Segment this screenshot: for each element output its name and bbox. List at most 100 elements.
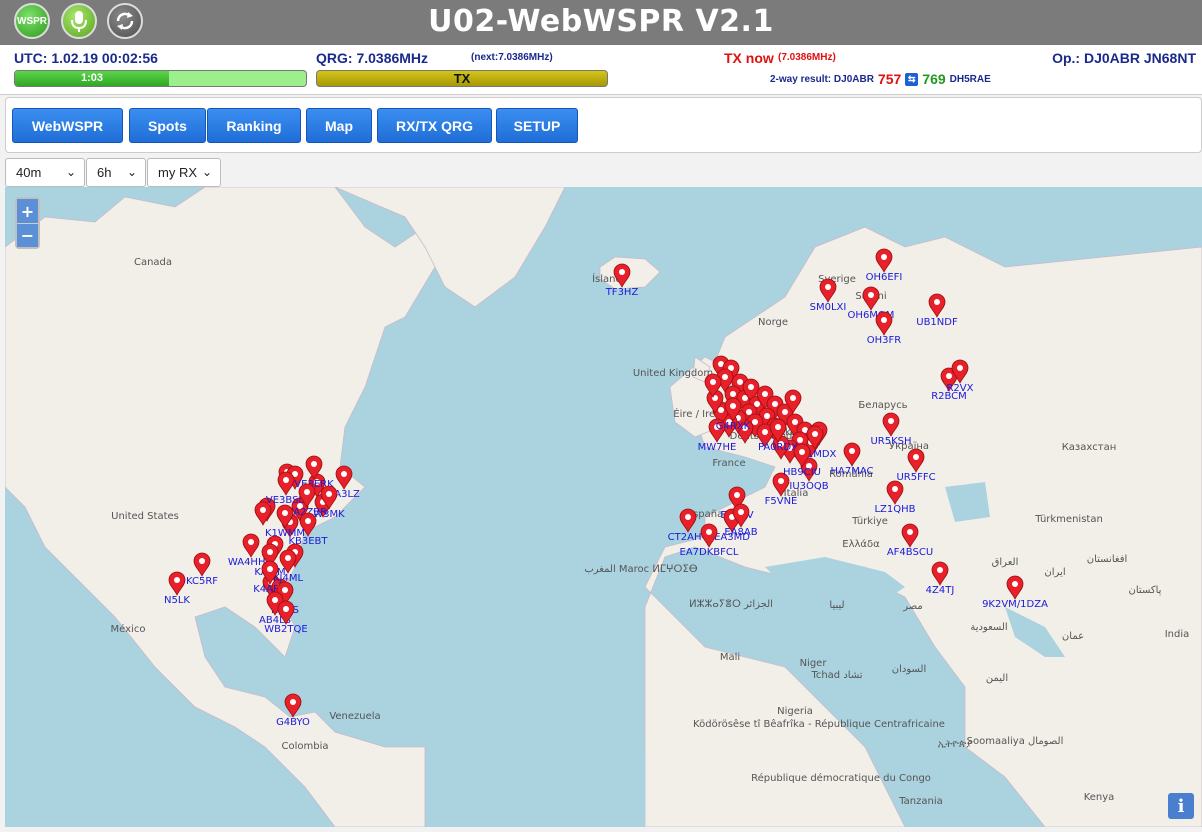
zoom-control: + − <box>15 197 40 249</box>
spot-callsign: UB1NDF <box>916 317 958 328</box>
app-title: U02-WebWSPR V2.1 <box>428 4 774 39</box>
two-way-label: 2-way result: DJ0ABR <box>770 73 874 85</box>
nav-panel: WebWSPR Spots Ranking Map RX/TX QRG SETU… <box>5 97 1202 153</box>
zoom-out-button[interactable]: − <box>17 223 38 247</box>
chevron-down-icon: ⌄ <box>201 165 212 179</box>
map-pin-dot <box>790 395 796 401</box>
info-button[interactable]: i <box>1168 793 1194 819</box>
two-way-result: 2-way result: DJ0ABR 757 ⇆ 769 DH5RAE <box>770 71 991 87</box>
tx-status-bar: TX <box>316 70 608 87</box>
period-select[interactable]: 6h ⌄ <box>86 158 146 187</box>
map-pin-dot <box>290 699 296 705</box>
nav-ranking-button[interactable]: Ranking <box>207 108 301 143</box>
map-canvas[interactable]: Canada United States México Venezuela Colomb… <box>5 187 1202 827</box>
map-pin-dot <box>267 566 273 572</box>
place-label: Tchad تشاد <box>810 670 862 681</box>
spot-callsign: MW7HE <box>698 442 737 453</box>
place-label: Canada <box>134 257 172 268</box>
map-pin-dot <box>174 577 180 583</box>
map-pin-dot <box>304 489 310 495</box>
map-pin-dot <box>326 491 332 497</box>
next-qrg: (next:7.0386MHz) <box>471 52 553 63</box>
nav-setup-button[interactable]: SETUP <box>496 108 578 143</box>
spot-callsign: W3MK <box>313 509 345 520</box>
utc-time: UTC: 1.02.19 00:02:56 <box>14 50 158 66</box>
spot-callsign: 4Z4TJ <box>926 585 955 596</box>
spot-callsign: K1WMM <box>265 528 305 539</box>
band-select[interactable]: 40m ⌄ <box>5 158 85 187</box>
title-bar: WSPR U02-WebWSPR V2.1 <box>0 0 1202 45</box>
map-pin-dot <box>748 384 754 390</box>
map-pin-dot <box>775 424 781 430</box>
map-pin-dot <box>267 549 273 555</box>
map-pin-dot <box>881 254 887 260</box>
spot-callsign: HA7MAC <box>831 466 874 477</box>
tx-now-label: TX now <box>724 50 774 66</box>
place-label: Казахстан <box>1062 442 1117 453</box>
place-label: United Kingdom <box>633 368 713 379</box>
map-pin-dot <box>849 448 855 454</box>
map-pin-icon <box>679 508 697 533</box>
chevron-down-icon: ⌄ <box>65 165 76 179</box>
nav-map-button[interactable]: Map <box>306 108 372 143</box>
two-way-partner: DH5RAE <box>949 73 991 85</box>
tx-status-label: TX <box>453 71 471 86</box>
map-pin-dot <box>792 419 798 425</box>
spot-callsign: HB9CIU <box>783 467 821 478</box>
place-label: México <box>111 623 146 635</box>
map-pin-dot <box>778 478 784 484</box>
status-panel: UTC: 1.02.19 00:02:56 QRG: 7.0386MHz (ne… <box>0 45 1202 95</box>
map-pin-dot <box>311 461 317 467</box>
place-label: Colombia <box>282 741 329 752</box>
nav-webwspr-button[interactable]: WebWSPR <box>12 108 123 143</box>
map-pin-dot <box>907 529 913 535</box>
map-pin-dot <box>1012 581 1018 587</box>
band-select-value: 40m <box>16 165 42 180</box>
map-pin-dot <box>782 409 788 415</box>
nav-spots-button[interactable]: Spots <box>129 108 206 143</box>
place-label: India <box>1165 629 1190 640</box>
place-label: پاکستان <box>1129 585 1162 596</box>
period-select-value: 6h <box>97 165 112 180</box>
spot-callsign: WB2TQE <box>264 624 307 635</box>
place-label: Tanzania <box>898 796 943 807</box>
spot-callsign: AF4BSCU <box>887 547 933 558</box>
place-label: Soomaaliya الصومال <box>967 736 1064 747</box>
map-pin-dot <box>762 391 768 397</box>
zoom-in-button[interactable]: + <box>17 199 38 223</box>
map-pin-dot <box>825 284 831 290</box>
place-label: ⵍⵣⵣⴰⵢⴻⵔ الجزائر <box>689 599 773 610</box>
place-label: Norge <box>758 317 788 328</box>
spot-callsign: R2VX <box>946 383 973 394</box>
place-label: République démocratique du Congo <box>751 772 931 784</box>
map-pin-dot <box>260 507 266 513</box>
place-label: Mali <box>720 652 740 663</box>
two-way-count-partner: 769 <box>922 71 946 87</box>
spot-map[interactable]: Canada United States México Venezuela Colomb… <box>5 187 1202 827</box>
map-pin-dot <box>730 403 736 409</box>
map-pin-dot <box>282 587 288 593</box>
map-pin-dot <box>283 606 289 612</box>
spot-callsign: SM0LXI <box>810 302 847 313</box>
spot-callsign: G4BYO <box>276 717 310 728</box>
mode-select-value: my RX <box>158 165 197 180</box>
spot-callsign: PA0RDX <box>758 442 798 453</box>
map-pin-dot <box>772 401 778 407</box>
mode-select[interactable]: my RX ⌄ <box>147 158 221 187</box>
map-pin-dot <box>957 365 963 371</box>
map-pin-dot <box>685 514 691 520</box>
map-pin-dot <box>710 379 716 385</box>
place-label: Ködörösêse tî Bêafrîka - République Cent… <box>693 718 945 730</box>
place-label: Venezuela <box>329 711 380 722</box>
place-label: Nigeria <box>777 706 813 717</box>
spot-callsign: UR5FFC <box>896 472 935 483</box>
place-label: Türkmenistan <box>1034 514 1103 525</box>
cycle-timer-label: 1:03 <box>80 72 104 84</box>
place-label: عمان <box>1062 631 1084 642</box>
place-label: افغانستان <box>1087 554 1128 565</box>
nav-rxtx-qrg-button[interactable]: RX/TX QRG <box>377 108 492 143</box>
place-label: المغرب Maroc ⵍⵎⵖⵔⵉⴱ <box>584 564 697 575</box>
place-label: United States <box>111 511 179 522</box>
spot-callsign: EA8AB <box>724 527 757 538</box>
map-pin-dot <box>305 518 311 524</box>
